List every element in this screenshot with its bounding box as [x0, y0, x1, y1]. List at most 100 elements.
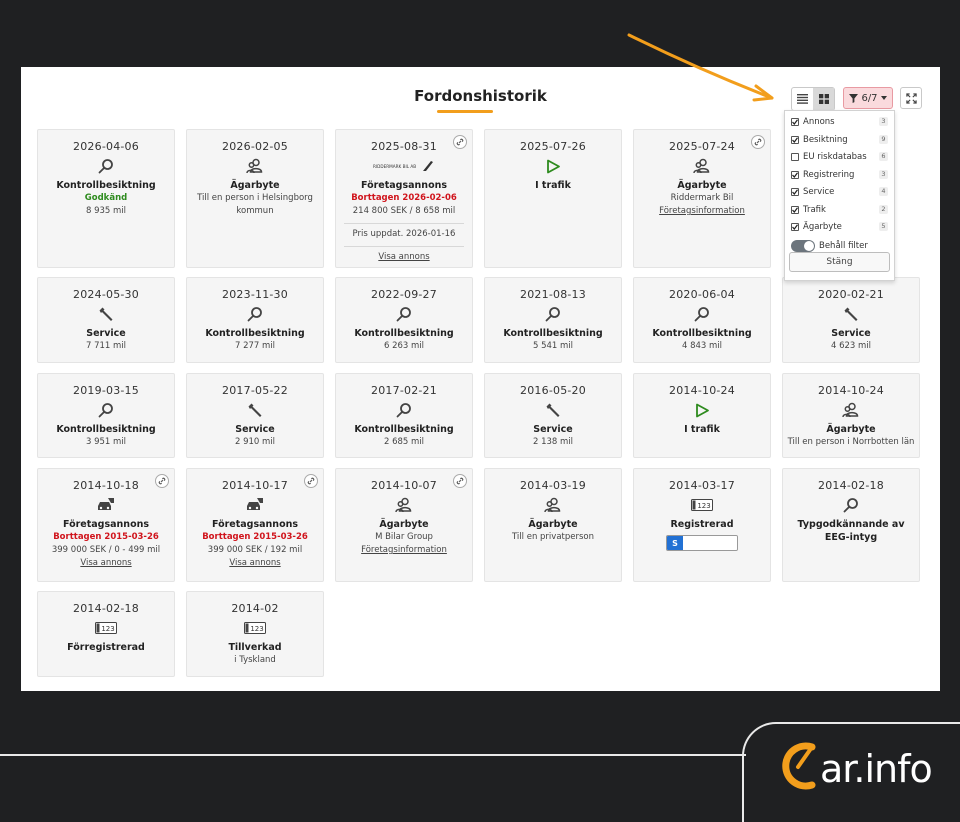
license-plate-icon: 123	[634, 495, 770, 515]
carinfo-logo: C ar.info	[776, 733, 933, 793]
event-title: Kontrollbesiktning	[354, 328, 454, 339]
filter-option[interactable]: Trafik 2	[791, 203, 888, 217]
removed-status: Borttagen 2015-03-26	[202, 532, 308, 542]
link-icon[interactable]	[453, 135, 467, 149]
event-card: 2017-05-22 Service 2 910 mil	[186, 373, 324, 458]
link-icon[interactable]	[453, 474, 467, 488]
checkbox[interactable]	[791, 205, 799, 214]
event-link[interactable]: Företagsinformation	[336, 544, 472, 557]
svg-text:123: 123	[101, 625, 114, 633]
close-button[interactable]: Stäng	[789, 252, 890, 272]
filter-icon	[849, 93, 859, 103]
magnifier-icon	[485, 304, 621, 324]
toggle-switch[interactable]	[791, 240, 815, 252]
event-date: 2014-10-24	[669, 384, 735, 397]
list-view-button[interactable]	[792, 88, 813, 110]
event-date: 2026-02-05	[222, 140, 288, 153]
event-card: 2023-11-30 Kontrollbesiktning 7 277 mil	[186, 277, 324, 363]
owner-change-icon	[187, 156, 323, 176]
filter-option-label: Service	[803, 187, 835, 197]
owner-change-icon	[485, 495, 621, 515]
checkbox[interactable]	[791, 118, 799, 126]
event-title: Service	[235, 424, 275, 435]
event-detail: M Bilar Group	[375, 532, 433, 542]
filter-option-count: 2	[879, 204, 888, 214]
separator	[344, 223, 464, 224]
filter-option-label: Annons	[803, 117, 835, 127]
filter-option[interactable]: Ägarbyte 5	[791, 220, 888, 234]
event-title: Kontrollbesiktning	[205, 328, 305, 339]
checkbox[interactable]	[791, 153, 799, 161]
event-detail: Till en person i Norrbotten län	[787, 437, 915, 447]
event-title: Service	[86, 328, 126, 339]
svg-text:RIDDERMARK BIL AB: RIDDERMARK BIL AB	[373, 164, 416, 169]
event-date: 2023-11-30	[222, 288, 288, 301]
event-date: 2016-05-20	[520, 384, 586, 397]
checkbox[interactable]	[791, 135, 799, 144]
event-detail: 2 685 mil	[383, 437, 425, 447]
event-date: 2025-07-26	[520, 140, 586, 153]
event-link[interactable]: Visa annons	[38, 557, 174, 570]
filter-option[interactable]: EU riskdatabas 6	[791, 150, 888, 164]
filter-option[interactable]: Service 4	[791, 185, 888, 199]
event-title: I trafik	[535, 180, 571, 191]
event-detail: Till en privatperson	[512, 532, 594, 542]
filter-option[interactable]: Besiktning 9	[791, 133, 888, 147]
filter-option[interactable]: Annons 3	[791, 115, 888, 129]
logo-text: ar.info	[820, 747, 933, 791]
dealer-logo-icon: RIDDERMARK BIL AB	[336, 156, 472, 176]
event-card: 2014-02 123 Tillverkad i Tyskland	[186, 591, 324, 677]
grid-view-button[interactable]	[813, 88, 834, 110]
event-link[interactable]: Visa annons	[187, 557, 323, 570]
filter-option-count: 3	[879, 117, 888, 126]
event-title: Kontrollbesiktning	[56, 180, 156, 191]
event-card: 2020-06-04 Kontrollbesiktning 4 843 mil	[633, 277, 771, 363]
event-detail: 399 000 SEK / 192 mil	[207, 545, 303, 555]
event-date: 2014-10-07	[371, 479, 437, 492]
event-title: Företagsannons	[211, 519, 299, 530]
event-link[interactable]: Visa annons	[336, 251, 472, 264]
filter-button[interactable]: 6/7	[843, 87, 893, 109]
event-detail: Pris uppdat. 2026-01-16	[352, 229, 456, 239]
checkbox[interactable]	[791, 188, 799, 196]
carinfo-c-icon: C	[782, 742, 816, 790]
registration-bar: S	[666, 535, 738, 551]
event-title: Ägarbyte	[677, 180, 727, 191]
event-card: 2026-02-05 Ägarbyte Till en person i Helsi…	[186, 129, 324, 268]
event-title: Företagsannons	[62, 519, 150, 530]
event-detail: i Tyskland	[234, 655, 276, 665]
filter-option[interactable]: Registrering 3	[791, 168, 888, 182]
link-icon[interactable]	[304, 474, 318, 488]
event-card: 2014-02-18 Typgodkännande av EEG-intyg	[782, 468, 920, 582]
wrench-icon	[485, 400, 621, 420]
event-detail: 7 711 mil	[85, 341, 127, 351]
event-link[interactable]: Företagsinformation	[634, 205, 770, 218]
filter-count: 6/7	[861, 92, 878, 104]
link-icon[interactable]	[751, 135, 765, 149]
view-toggle-group	[791, 87, 835, 111]
filter-option-count: 5	[879, 222, 888, 231]
svg-text:123: 123	[250, 625, 263, 633]
event-title: Förregistrerad	[67, 642, 145, 653]
car-ad-icon	[38, 495, 174, 515]
removed-status: Borttagen 2026-02-06	[351, 193, 457, 203]
caret-down-icon	[880, 96, 887, 100]
event-title: Kontrollbesiktning	[652, 328, 752, 339]
event-detail: Till en person i Helsingborg	[197, 193, 313, 203]
checkbox[interactable]	[791, 223, 799, 231]
checkbox[interactable]	[791, 170, 799, 179]
event-date: 2024-05-30	[73, 288, 139, 301]
event-card: 2025-08-31 RIDDERMARK BIL AB Företagsannon…	[335, 129, 473, 268]
event-card: 2025-07-24 Ägarbyte Riddermark Bil Företags…	[633, 129, 771, 268]
event-title: Registrerad	[670, 519, 734, 530]
filter-option-count: 6	[879, 152, 888, 161]
event-card: 2014-03-17 123 Registrerad S	[633, 468, 771, 582]
list-icon	[797, 94, 808, 104]
link-icon[interactable]	[155, 474, 169, 488]
license-plate-icon: 123	[38, 618, 174, 638]
owner-change-icon	[783, 400, 919, 420]
fullscreen-button[interactable]	[900, 87, 922, 109]
keep-filter-toggle[interactable]: Behåll filter	[791, 239, 888, 253]
event-detail: Riddermark Bil	[670, 193, 734, 203]
separator	[344, 246, 464, 247]
